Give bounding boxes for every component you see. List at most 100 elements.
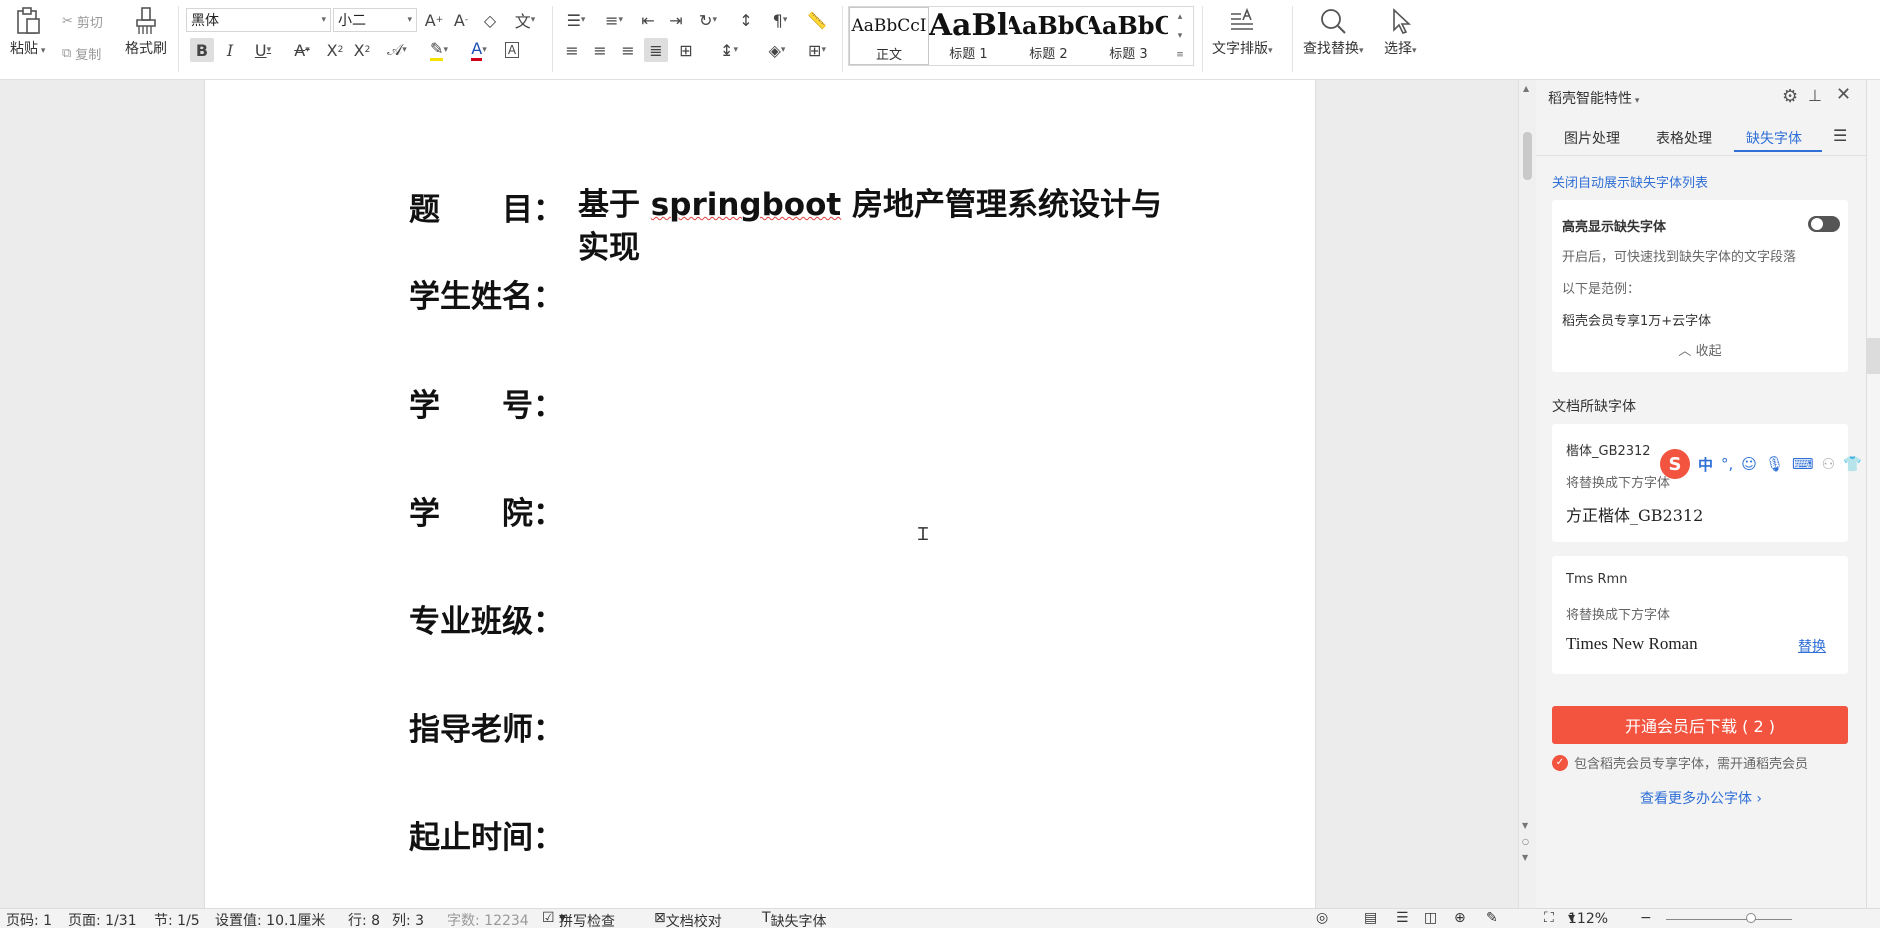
user-icon[interactable]: ⚇ <box>1822 455 1835 473</box>
highlight-toggle[interactable] <box>1808 216 1840 232</box>
missing-font-status-button[interactable]: T 缺失字体 <box>762 910 827 928</box>
ime-toolbar[interactable]: S 中 °, ☺ 🎙 ⌨ ⚇ 👕 <box>1660 448 1866 480</box>
keyboard-icon[interactable]: ⌨ <box>1792 455 1814 473</box>
sort-icon[interactable]: ↕ <box>734 8 758 32</box>
fit-page-icon[interactable]: ⛶ <box>1544 910 1554 926</box>
justify-icon[interactable]: ≣ <box>644 38 668 62</box>
align-right-icon[interactable]: ≡ <box>616 38 640 62</box>
doc-proof-button[interactable]: ⊠ 文档校对 <box>654 910 722 928</box>
font-size-select[interactable]: 小二 ▾ <box>333 8 417 32</box>
font-color-icon[interactable]: A ▾ <box>462 38 496 62</box>
format-painter-button[interactable]: 格式刷 <box>125 6 167 58</box>
borders-icon[interactable]: ⊞ ▾ <box>800 38 834 62</box>
shirt-icon[interactable]: 👕 <box>1843 455 1862 473</box>
decrease-indent-icon[interactable]: ⇤ <box>636 8 660 32</box>
spell-check-button[interactable]: ☑ 拼写检查 ▾ <box>542 910 615 928</box>
side-tab[interactable] <box>1867 338 1880 374</box>
clear-format-icon[interactable]: ◇ <box>478 8 502 32</box>
tab-missing-font[interactable]: 缺失字体 <box>1746 128 1802 148</box>
subscript-icon[interactable]: X2 <box>350 38 374 62</box>
cut-button[interactable]: ✂ 剪切 <box>62 12 103 31</box>
style-scroll[interactable]: ▴ ▾ ≡ <box>1169 7 1191 65</box>
style-preview: AaBbC <box>1009 10 1089 40</box>
text-layout-icon <box>1227 6 1257 36</box>
increase-indent-icon[interactable]: ⇥ <box>664 8 688 32</box>
show-marks-icon[interactable]: ¶ ▾ <box>764 8 796 32</box>
align-center-icon[interactable]: ≡ <box>588 38 612 62</box>
text-layout-button[interactable]: 文字排版▾ <box>1212 6 1273 58</box>
text-direction-icon[interactable]: ↻ ▾ <box>692 8 724 32</box>
numbered-list-icon[interactable]: ≡ ▾ <box>598 8 630 32</box>
scroll-thumb[interactable] <box>1523 132 1532 180</box>
status-words[interactable]: 字数: 12234 <box>447 910 529 928</box>
shrink-font-icon[interactable]: A- <box>449 8 473 32</box>
find-replace-label: 查找替换 <box>1303 41 1359 57</box>
strikethrough-icon[interactable]: A ▾ <box>285 38 319 62</box>
distributed-icon[interactable]: ⊞ <box>674 38 698 62</box>
status-col: 列: 3 <box>392 913 425 928</box>
member-note-text: 包含稻壳会员专享字体，需开通稻壳会员 <box>1574 757 1809 772</box>
align-left-icon[interactable]: ≡ <box>560 38 584 62</box>
copy-button[interactable]: ⧉ 复制 <box>62 44 101 63</box>
shading-icon[interactable]: ◈ ▾ <box>760 38 794 62</box>
close-auto-show-link[interactable]: 关闭自动展示缺失字体列表 <box>1552 172 1708 191</box>
italic-icon[interactable]: I <box>218 38 242 62</box>
superscript-icon[interactable]: X2 <box>323 38 347 62</box>
zoom-slider[interactable] <box>1666 919 1792 920</box>
status-pages[interactable]: 页面: 1/31 <box>68 910 137 928</box>
font-name-select[interactable]: 黑体 ▾ <box>186 8 331 32</box>
paste-button[interactable]: 粘贴 ▾ <box>10 6 45 58</box>
web-view-icon[interactable]: ⊕ <box>1454 910 1466 926</box>
style-heading-2[interactable]: AaBbC 标题 2 <box>1009 7 1089 65</box>
highlight-missing-card: 高亮显示缺失字体 开启后，可快速找到缺失字体的文字段落 以下是范例： 稻壳会员专… <box>1552 200 1848 372</box>
microphone-icon[interactable]: 🎙 <box>1765 455 1784 473</box>
line-spacing-icon[interactable]: ↨ ▾ <box>712 38 746 62</box>
bold-icon[interactable]: B <box>190 38 214 62</box>
collapse-button[interactable]: ︿ 收起 <box>1552 340 1848 359</box>
select-button[interactable]: 选择▾ <box>1384 6 1417 58</box>
grow-font-icon[interactable]: A + <box>422 8 446 32</box>
close-icon[interactable]: ✕ <box>1836 84 1851 105</box>
pinyin-icon[interactable]: 文 ▾ <box>508 8 542 32</box>
outline-view-icon[interactable]: ☰ <box>1396 910 1409 926</box>
ime-mode[interactable]: 中 <box>1698 454 1713 475</box>
panel-title[interactable]: 稻壳智能特性 ▾ <box>1548 88 1639 108</box>
page-view-icon[interactable]: ▤ <box>1364 910 1377 926</box>
underline-icon[interactable]: U ▾ <box>246 38 280 62</box>
zoom-slider-thumb[interactable] <box>1746 913 1756 923</box>
vertical-scrollbar[interactable]: ▲ ▼ ○ ▼ <box>1518 80 1536 908</box>
style-normal[interactable]: AaBbCcI 正文 <box>849 7 929 65</box>
download-button[interactable]: 开通会员后下载 ( 2 ) <box>1552 706 1848 744</box>
pen-icon[interactable]: ✎ <box>1486 910 1498 926</box>
doc-proof-label: 文档校对 <box>665 914 722 928</box>
gear-icon[interactable]: ⚙ <box>1782 86 1798 107</box>
bullet-list-icon[interactable]: ☰ ▾ <box>560 8 592 32</box>
find-replace-button[interactable]: 查找替换▾ <box>1303 6 1364 58</box>
char-border-icon[interactable]: A <box>500 38 524 62</box>
document-page[interactable]: 题 目： 基于 springboot 房地产管理系统设计与 实现 学生姓名： 学 … <box>204 80 1316 908</box>
style-heading-1[interactable]: AaBl 标题 1 <box>929 7 1009 65</box>
more-fonts-link[interactable]: 查看更多办公字体 › <box>1536 788 1866 808</box>
emoji-icon[interactable]: ☺ <box>1741 455 1757 473</box>
replace-button[interactable]: 替换 <box>1798 636 1826 656</box>
tab-image[interactable]: 图片处理 <box>1564 128 1620 148</box>
style-heading-3[interactable]: AaBbC 标题 3 <box>1089 7 1169 65</box>
punctuation-icon[interactable]: °, <box>1721 455 1733 473</box>
menu-icon[interactable]: ☰ <box>1833 126 1847 145</box>
page-nav-icon[interactable]: ▼ ○ ▼ <box>1522 818 1529 866</box>
missing-font-item: 楷体_GB2312 将替换成下方字体 方正楷体_GB2312 <box>1552 424 1848 542</box>
pin-icon[interactable]: ⊥ <box>1808 86 1822 105</box>
text-effect-icon[interactable]: 𝒜 ▾ <box>380 38 414 62</box>
spellcheck-word: springboot <box>650 187 842 223</box>
read-view-icon[interactable]: ◫ <box>1424 910 1437 926</box>
zoom-value[interactable]: 112% ▾ <box>1568 910 1608 927</box>
highlight-title: 高亮显示缺失字体 <box>1562 220 1667 235</box>
eye-protect-icon[interactable]: ◎ <box>1316 910 1328 926</box>
brush-icon <box>133 6 159 36</box>
highlight-icon[interactable]: ✎ ▾ <box>422 38 456 62</box>
tab-table[interactable]: 表格处理 <box>1656 128 1712 148</box>
font-name-value: 黑体 <box>191 13 219 29</box>
ruler-icon[interactable]: 📏 <box>802 8 832 32</box>
scroll-up-icon[interactable]: ▲ <box>1523 84 1529 93</box>
zoom-out-icon[interactable]: − <box>1640 910 1652 926</box>
